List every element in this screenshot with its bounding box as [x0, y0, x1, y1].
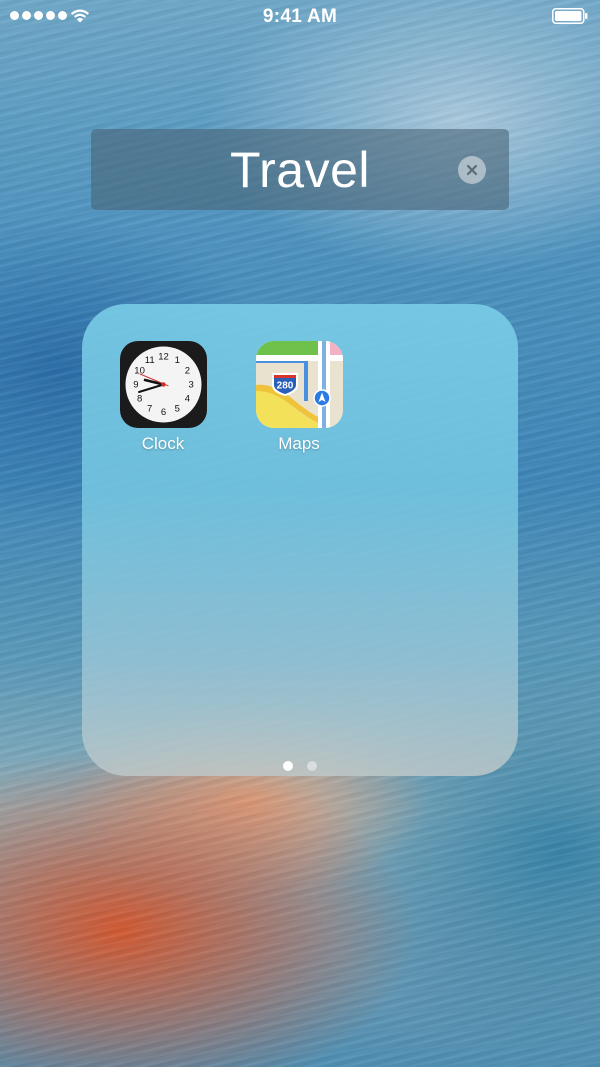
- folder-panel: 12 1 2 3 4 5 6 7 8 9 10 11 Clock 280 Map…: [82, 304, 518, 776]
- maps-artwork: 280: [255, 341, 343, 428]
- page-dot-1[interactable]: [283, 761, 293, 771]
- highway-shield-number: 280: [276, 381, 293, 392]
- folder-title-field[interactable]: Travel: [91, 129, 509, 210]
- clock-numeral-8: 8: [136, 393, 141, 404]
- page-dot-2[interactable]: [307, 761, 317, 771]
- clock-face: 12 1 2 3 4 5 6 7 8 9 10 11: [125, 346, 201, 423]
- folder-title[interactable]: Travel: [91, 141, 509, 199]
- app-label-clock: Clock: [141, 434, 185, 453]
- app-clock[interactable]: 12 1 2 3 4 5 6 7 8 9 10 11 Clock: [108, 341, 218, 454]
- clock-numeral-9: 9: [133, 380, 138, 391]
- clock-numeral-10: 10: [134, 365, 145, 376]
- status-bar: 9:41 AM: [0, 0, 600, 34]
- clock-numeral-7: 7: [147, 403, 152, 414]
- clock-numeral-6: 6: [160, 407, 165, 418]
- clock-numeral-11: 11: [144, 355, 154, 366]
- status-time: 9:41 AM: [262, 6, 338, 27]
- clock-numeral-12: 12: [158, 352, 169, 363]
- clock-numeral-3: 3: [188, 380, 193, 391]
- battery-icon: [552, 8, 588, 24]
- clock-numeral-1: 1: [174, 355, 179, 366]
- clear-title-button[interactable]: [458, 156, 486, 184]
- clear-text-icon: [466, 164, 478, 176]
- page-indicator[interactable]: [82, 761, 518, 771]
- clock-numeral-4: 4: [184, 393, 189, 404]
- clock-icon[interactable]: 12 1 2 3 4 5 6 7 8 9 10 11: [119, 341, 207, 428]
- app-label-maps: Maps: [278, 434, 320, 453]
- app-maps[interactable]: 280 Maps: [244, 341, 354, 454]
- maps-icon[interactable]: 280: [255, 341, 343, 428]
- clock-numeral-2: 2: [184, 365, 189, 376]
- clock-numeral-5: 5: [174, 403, 179, 414]
